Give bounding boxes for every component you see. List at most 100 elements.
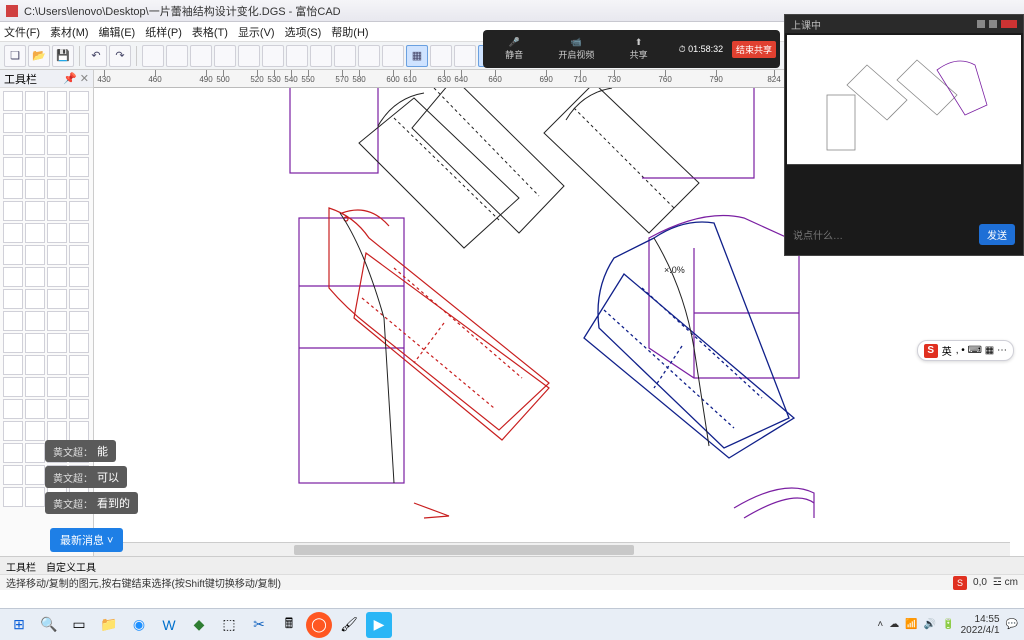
toolbox-item[interactable]	[47, 157, 67, 177]
toolbox-item[interactable]	[3, 245, 23, 265]
toolbox-item[interactable]	[47, 113, 67, 133]
tray-battery-icon[interactable]: 🔋	[942, 619, 954, 630]
toolbox-item[interactable]	[69, 333, 89, 353]
tool-k-icon[interactable]	[382, 45, 404, 67]
toolbox-item[interactable]	[47, 91, 67, 111]
toolbox-item[interactable]	[3, 201, 23, 221]
toolbox-item[interactable]	[25, 157, 45, 177]
tool-e-icon[interactable]	[238, 45, 260, 67]
tool-new-icon[interactable]: ❏	[4, 45, 26, 67]
toolbox-item[interactable]	[69, 179, 89, 199]
app-icon[interactable]: ◆	[186, 612, 212, 638]
app-icon[interactable]: 🖩	[276, 612, 302, 638]
tool-save-icon[interactable]: 💾	[52, 45, 74, 67]
toolbox-item[interactable]	[69, 201, 89, 221]
explorer-icon[interactable]: 📁	[96, 612, 122, 638]
toolbox-item[interactable]	[25, 421, 45, 441]
menu-table[interactable]: 表格(T)	[192, 24, 228, 40]
toolbox-item[interactable]	[3, 443, 23, 463]
status-tab-1[interactable]: 工具栏	[6, 559, 36, 572]
toolbox-item[interactable]	[3, 223, 23, 243]
tool-m-icon[interactable]	[454, 45, 476, 67]
ime-logo-icon[interactable]: S	[924, 344, 938, 358]
tool-undo-icon[interactable]: ↶	[85, 45, 107, 67]
toolbox-item[interactable]	[3, 487, 23, 507]
scrollbar-thumb[interactable]	[294, 545, 634, 555]
toolbox-item[interactable]	[3, 157, 23, 177]
toolbox-item[interactable]	[47, 421, 67, 441]
toolbox-item[interactable]	[25, 333, 45, 353]
app-icon[interactable]: 🖌	[336, 612, 362, 638]
toolbox-item[interactable]	[3, 135, 23, 155]
toolbox-item[interactable]	[69, 289, 89, 309]
toolbox-item[interactable]	[3, 311, 23, 331]
tool-f-icon[interactable]	[262, 45, 284, 67]
edge-icon[interactable]: ◉	[126, 612, 152, 638]
tool-a-icon[interactable]	[142, 45, 164, 67]
conference-bar[interactable]: 🎤静音 📹开启视频 ⬆共享 ⏱ 01:58:32 结束共享	[483, 30, 780, 68]
toolbox-item[interactable]	[69, 311, 89, 331]
toolbox-item[interactable]	[47, 135, 67, 155]
toolbox-item[interactable]	[3, 113, 23, 133]
tool-h-icon[interactable]	[310, 45, 332, 67]
tray-volume-icon[interactable]: 🔊	[924, 619, 936, 630]
notifications-icon[interactable]: 💬	[1006, 619, 1018, 630]
toolbox-item[interactable]	[47, 333, 67, 353]
menu-display[interactable]: 显示(V)	[238, 24, 275, 40]
word-icon[interactable]: W	[156, 612, 182, 638]
app-icon[interactable]: ⬚	[216, 612, 242, 638]
tool-l-icon[interactable]	[430, 45, 452, 67]
toolbox-item[interactable]	[69, 399, 89, 419]
toolbox-item[interactable]	[25, 267, 45, 287]
tray-cloud-icon[interactable]: ☁	[889, 619, 899, 630]
toolbox-item[interactable]	[25, 443, 45, 463]
toolbox-item[interactable]	[47, 377, 67, 397]
toolbox-item[interactable]	[25, 289, 45, 309]
toolbox-item[interactable]	[25, 91, 45, 111]
toolbox-item[interactable]	[69, 135, 89, 155]
search-icon[interactable]: 🔍	[36, 612, 62, 638]
toolbox-item[interactable]	[3, 289, 23, 309]
mini-title-bar[interactable]: 上课中	[785, 15, 1023, 33]
toolbox-item[interactable]	[25, 355, 45, 375]
toolbox-item[interactable]	[25, 201, 45, 221]
toolbox-item[interactable]	[25, 223, 45, 243]
tool-g-icon[interactable]	[286, 45, 308, 67]
start-icon[interactable]: ⊞	[6, 612, 32, 638]
ime-icons[interactable]: , • ⌨ ▦ ⋯	[956, 345, 1007, 356]
menu-edit[interactable]: 编辑(E)	[99, 24, 136, 40]
horizontal-scrollbar[interactable]	[94, 542, 1010, 556]
conf-mute[interactable]: 🎤静音	[483, 37, 545, 61]
toolbox-item[interactable]	[69, 355, 89, 375]
toolbox-item[interactable]	[3, 465, 23, 485]
toolbox-item[interactable]	[3, 179, 23, 199]
tool-b-icon[interactable]	[166, 45, 188, 67]
status-tab-2[interactable]: 自定义工具	[46, 559, 96, 572]
toolbox-item[interactable]	[25, 135, 45, 155]
chat-placeholder[interactable]: 说点什么…	[793, 227, 973, 242]
tray-wifi-icon[interactable]: 📶	[905, 619, 917, 630]
tray-chevron-icon[interactable]: ˄	[877, 619, 883, 630]
toolbox-item[interactable]	[3, 355, 23, 375]
conf-video[interactable]: 📹开启视频	[545, 37, 607, 61]
toolbox-item[interactable]	[3, 91, 23, 111]
toolbox-item[interactable]	[47, 311, 67, 331]
toolbox-item[interactable]	[25, 399, 45, 419]
toolbox-item[interactable]	[3, 267, 23, 287]
app-icon[interactable]: ✂	[246, 612, 272, 638]
app-icon[interactable]: ◯	[306, 612, 332, 638]
menu-material[interactable]: 素材(M)	[50, 24, 89, 40]
toolbox-item[interactable]	[69, 113, 89, 133]
tool-redo-icon[interactable]: ↷	[109, 45, 131, 67]
taskview-icon[interactable]: ▭	[66, 612, 92, 638]
toolbox-item[interactable]	[47, 201, 67, 221]
toolbox-item[interactable]	[47, 355, 67, 375]
toolbox-item[interactable]	[25, 179, 45, 199]
tool-c-icon[interactable]	[190, 45, 212, 67]
system-tray[interactable]: ˄ ☁ 📶 🔊 🔋 14:55 2022/4/1 💬	[877, 614, 1018, 636]
menu-pattern[interactable]: 纸样(P)	[145, 24, 182, 40]
toolbox-item[interactable]	[47, 267, 67, 287]
toolbox-item[interactable]	[69, 223, 89, 243]
mini-window-controls[interactable]	[977, 20, 1017, 28]
chat-send-button[interactable]: 发送	[979, 224, 1015, 245]
